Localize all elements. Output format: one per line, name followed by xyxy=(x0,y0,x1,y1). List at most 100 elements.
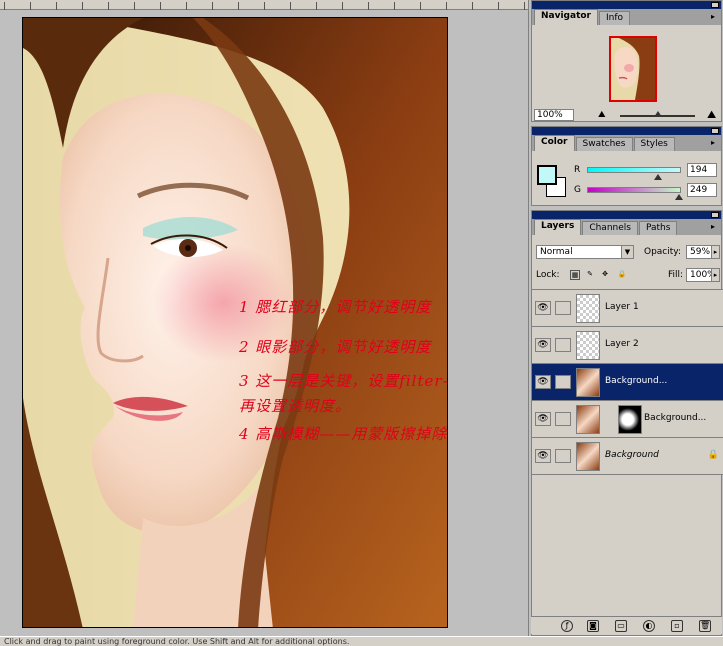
ruler-tick xyxy=(82,2,83,10)
opacity-field[interactable]: 59% ▸ xyxy=(686,245,720,259)
channel-slider[interactable] xyxy=(587,167,681,173)
thumbnail-image xyxy=(611,38,655,100)
annotation-3b: 再设置透明度。 xyxy=(239,397,352,415)
tab-swatches[interactable]: Swatches xyxy=(575,137,633,151)
trash-icon[interactable]: 🗑 xyxy=(699,620,711,632)
eye-icon[interactable]: 👁 xyxy=(535,375,551,389)
new-layer-icon[interactable]: ▫ xyxy=(671,620,683,632)
ruler-tick xyxy=(368,2,369,10)
document-workspace[interactable]: 1 腮红部分，调节好透明度 2 眼影部分，调节好透明度 3 这一层是关键，设置f… xyxy=(0,0,528,646)
layer-name: Background... xyxy=(605,376,668,386)
layer-thumbnail xyxy=(576,294,600,323)
tab-styles[interactable]: Styles xyxy=(633,137,675,151)
zoom-field[interactable]: 100% xyxy=(534,109,574,121)
annotation-2: 2 眼影部分，调节好透明度 xyxy=(239,338,432,356)
zoom-slider-thumb[interactable] xyxy=(653,111,662,117)
eye-icon[interactable]: 👁 xyxy=(535,338,551,352)
navigator-tabs: Navigator Info ▸ xyxy=(532,9,721,25)
ruler-tick xyxy=(134,2,135,10)
ruler-tick xyxy=(290,2,291,10)
link-toggle[interactable] xyxy=(555,338,571,352)
navigator-palette: Navigator Info ▸ 100% ⛰ ⛰ xyxy=(531,0,722,122)
tab-navigator[interactable]: Navigator xyxy=(534,9,598,25)
annotation-1: 1 腮红部分，调节好透明度 xyxy=(239,298,432,316)
ruler-tick xyxy=(186,2,187,10)
ruler-tick xyxy=(472,2,473,10)
lock-transparency-icon[interactable]: ▦ xyxy=(570,270,580,280)
layer-thumbnail xyxy=(576,368,600,397)
channel-label: R xyxy=(574,165,581,175)
layer-name: Background... xyxy=(644,413,707,423)
eye-icon[interactable]: 👁 xyxy=(535,449,551,463)
adjustment-layer-icon[interactable]: ◐ xyxy=(643,620,655,632)
eye-icon[interactable]: 👁 xyxy=(535,301,551,315)
palette-titlebar[interactable] xyxy=(532,211,721,219)
ruler-tick xyxy=(446,2,447,10)
layer-name: Background xyxy=(605,450,659,460)
channel-value-field[interactable]: 194 xyxy=(687,163,717,177)
eye-icon[interactable]: 👁 xyxy=(535,412,551,426)
chevron-right-icon: ▸ xyxy=(711,269,719,281)
chevron-down-icon: ▼ xyxy=(621,246,633,258)
ruler-tick xyxy=(524,2,525,10)
layer-list: 👁 Layer 1 👁 Layer 2 👁 Background... 👁 Backgroun… xyxy=(532,289,723,475)
lock-all-icon[interactable]: 🔒 xyxy=(617,270,627,280)
palette-menu-icon[interactable]: ▸ xyxy=(708,12,718,22)
layer-row[interactable]: 👁 Layer 1 xyxy=(532,290,723,327)
tab-channels[interactable]: Channels xyxy=(582,221,638,235)
ruler-tick xyxy=(4,2,5,10)
tab-paths[interactable]: Paths xyxy=(638,221,678,235)
minimize-icon[interactable] xyxy=(711,212,719,218)
layer-row[interactable]: 👁 Background... xyxy=(532,401,723,438)
layer-row[interactable]: 👁 Background... xyxy=(532,364,723,401)
foreground-color-swatch[interactable] xyxy=(537,165,557,185)
layers-palette: Layers Channels Paths ▸ Normal ▼ Opacity… xyxy=(531,210,723,636)
opacity-value: 59% xyxy=(690,247,711,257)
new-set-icon[interactable]: ▭ xyxy=(615,620,627,632)
tab-info[interactable]: Info xyxy=(599,11,631,25)
channel-value-field[interactable]: 249 xyxy=(687,183,717,197)
color-tabs: Color Swatches Styles ▸ xyxy=(532,135,721,151)
palette-dock: Navigator Info ▸ 100% ⛰ ⛰ Color Swatches… xyxy=(528,0,723,636)
palette-menu-icon[interactable]: ▸ xyxy=(708,138,718,148)
layers-tabs: Layers Channels Paths ▸ xyxy=(532,219,721,235)
link-toggle[interactable] xyxy=(555,449,571,463)
minimize-icon[interactable] xyxy=(711,128,719,134)
channel-label: G xyxy=(574,185,581,195)
layer-row[interactable]: 👁 Background 🔒 xyxy=(532,438,723,475)
navigator-thumbnail[interactable] xyxy=(609,36,657,102)
minimize-icon[interactable] xyxy=(711,2,719,8)
zoom-in-icon[interactable]: ⛰ xyxy=(707,108,716,122)
tab-color[interactable]: Color xyxy=(534,135,575,151)
layer-name: Layer 2 xyxy=(605,339,639,349)
lock-move-icon[interactable]: ✥ xyxy=(600,270,610,280)
channel-slider-thumb[interactable] xyxy=(675,194,684,200)
annotation-3: 3 这一层是关键，设置filter-distort-diffust glow xyxy=(239,372,447,390)
palette-menu-icon[interactable]: ▸ xyxy=(708,222,718,232)
blend-mode-value: Normal xyxy=(540,247,573,257)
layer-mask-thumbnail[interactable] xyxy=(618,405,642,434)
layers-footer: ƒ ◙ ▭ ◐ ▫ 🗑 xyxy=(531,616,722,634)
ruler-tick xyxy=(264,2,265,10)
layer-thumbnail xyxy=(576,331,600,360)
channel-slider-thumb[interactable] xyxy=(654,174,663,180)
fill-field[interactable]: 100% ▸ xyxy=(686,268,720,282)
lock-paint-icon[interactable]: ✎ xyxy=(585,270,595,280)
layer-row[interactable]: 👁 Layer 2 xyxy=(532,327,723,364)
portrait-image xyxy=(23,18,447,627)
zoom-out-icon[interactable]: ⛰ xyxy=(598,110,606,120)
layer-style-icon[interactable]: ƒ xyxy=(561,620,573,632)
link-toggle[interactable] xyxy=(555,412,571,426)
channel-slider[interactable] xyxy=(587,187,681,193)
palette-titlebar[interactable] xyxy=(532,1,721,9)
layer-thumbnail xyxy=(576,405,600,434)
add-mask-icon[interactable]: ◙ xyxy=(587,620,599,632)
link-toggle[interactable] xyxy=(555,301,571,315)
tab-layers[interactable]: Layers xyxy=(534,219,582,235)
document-canvas[interactable]: 1 腮红部分，调节好透明度 2 眼影部分，调节好透明度 3 这一层是关键，设置f… xyxy=(22,17,448,628)
link-toggle[interactable] xyxy=(555,375,571,389)
blend-mode-select[interactable]: Normal ▼ xyxy=(536,245,634,259)
palette-titlebar[interactable] xyxy=(532,127,721,135)
ruler-tick xyxy=(160,2,161,10)
horizontal-ruler xyxy=(0,0,528,10)
